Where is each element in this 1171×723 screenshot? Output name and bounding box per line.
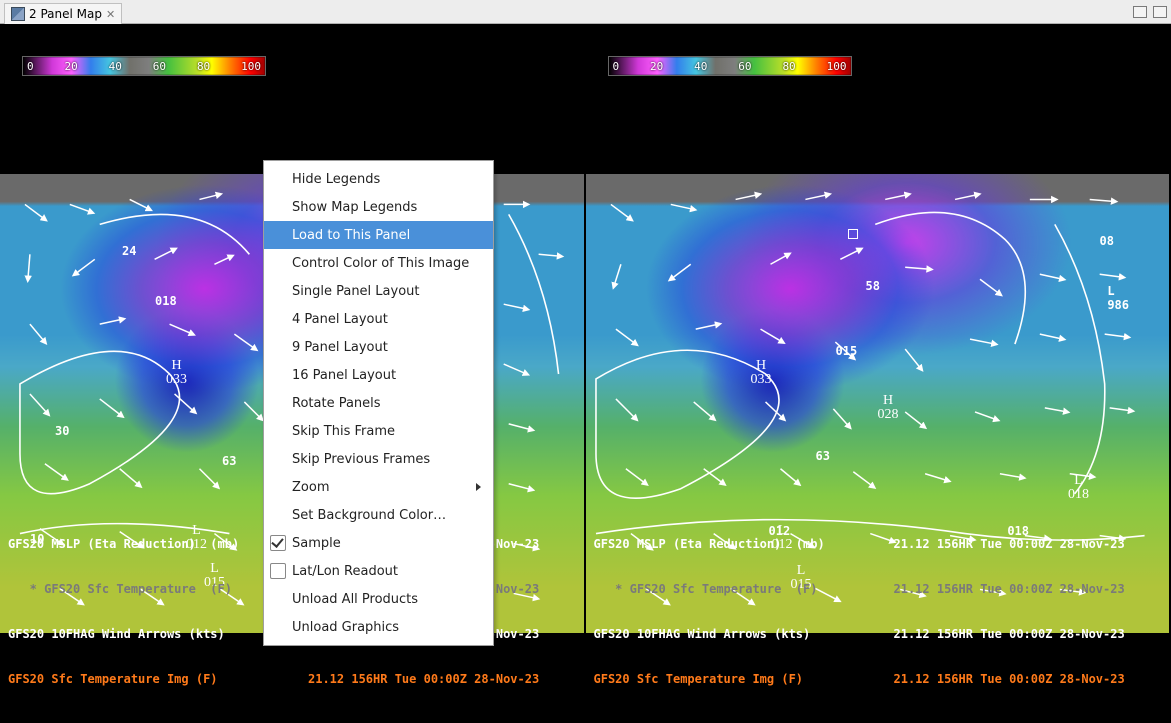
maximize-button[interactable] — [1153, 6, 1167, 18]
tick: 40 — [694, 60, 707, 73]
colorbar: 0 20 40 60 80 100 — [22, 56, 266, 76]
tick: 100 — [827, 60, 847, 73]
isoline-label: 018 — [155, 294, 177, 308]
tab-title: 2 Panel Map — [29, 7, 102, 21]
ctx-rotate-panels[interactable]: Rotate Panels — [264, 389, 493, 417]
ctx-sample[interactable]: Sample — [264, 529, 493, 557]
pressure-high: H 033 — [751, 359, 772, 387]
isoline-label: 015 — [836, 344, 858, 358]
tick: 100 — [241, 60, 261, 73]
colorbar: 0 20 40 60 80 100 — [608, 56, 852, 76]
ctx-load-to-this-panel[interactable]: Load to This Panel — [264, 221, 493, 249]
ctx-single-panel[interactable]: Single Panel Layout — [264, 277, 493, 305]
pressure-low: L 018 — [1068, 474, 1089, 502]
legend-row: GFS20 MSLP (Eta Reduction) (mb) 21.12 15… — [594, 537, 1125, 552]
isoline-label: 08 — [1100, 234, 1114, 248]
ctx-hide-legends[interactable]: Hide Legends — [264, 165, 493, 193]
isoline-label: 63 — [222, 454, 236, 468]
ctx-16-panel[interactable]: 16 Panel Layout — [264, 361, 493, 389]
tick: 80 — [197, 60, 210, 73]
tick: 20 — [65, 60, 78, 73]
tick: 80 — [782, 60, 795, 73]
tick: 0 — [27, 60, 34, 73]
legend-row: GFS20 Sfc Temperature Img (F) 21.12 156H… — [8, 672, 539, 687]
map-panel-right[interactable]: 0 20 40 60 80 100 — [586, 24, 1171, 723]
map-icon — [11, 7, 25, 21]
ctx-control-color[interactable]: Control Color of This Image — [264, 249, 493, 277]
window-controls — [1133, 6, 1167, 18]
ctx-latlon-readout[interactable]: Lat/Lon Readout — [264, 557, 493, 585]
tick: 0 — [613, 60, 620, 73]
window-titlebar: 2 Panel Map ✕ — [0, 0, 1171, 24]
ctx-show-map-legends[interactable]: Show Map Legends — [264, 193, 493, 221]
pressure-high: H 028 — [878, 394, 899, 422]
product-legend: GFS20 MSLP (Eta Reduction) (mb) 21.12 15… — [594, 507, 1125, 717]
tab-2panelmap[interactable]: 2 Panel Map ✕ — [4, 3, 122, 25]
cursor-target-icon — [848, 229, 858, 239]
ctx-skip-prev-frames[interactable]: Skip Previous Frames — [264, 445, 493, 473]
legend-row: * GFS20 Sfc Temperature (F) 21.12 156HR … — [594, 582, 1125, 597]
isoline-label: 63 — [816, 449, 830, 463]
isoline-label: 58 — [866, 279, 880, 293]
ctx-set-bg-color[interactable]: Set Background Color… — [264, 501, 493, 529]
ctx-9-panel[interactable]: 9 Panel Layout — [264, 333, 493, 361]
ctx-skip-frame[interactable]: Skip This Frame — [264, 417, 493, 445]
map[interactable]: 0 20 40 60 80 100 — [586, 24, 1170, 723]
tick: 60 — [738, 60, 751, 73]
checkbox-icon — [270, 535, 286, 551]
isoline-label: 24 — [122, 244, 136, 258]
workspace: 0 20 40 60 80 100 — [0, 24, 1171, 723]
tick: 20 — [650, 60, 663, 73]
legend-row: GFS20 10FHAG Wind Arrows (kts) 21.12 156… — [594, 627, 1125, 642]
isoline-label: 30 — [55, 424, 69, 438]
pressure-high: H 033 — [166, 359, 187, 387]
isoline-label: L986 — [1107, 284, 1129, 312]
ctx-unload-all[interactable]: Unload All Products — [264, 585, 493, 613]
ctx-zoom[interactable]: Zoom — [264, 473, 493, 501]
context-menu[interactable]: Hide Legends Show Map Legends Load to Th… — [263, 160, 494, 646]
chevron-right-icon — [476, 483, 481, 491]
close-icon[interactable]: ✕ — [106, 8, 115, 21]
tick: 60 — [153, 60, 166, 73]
ctx-4-panel[interactable]: 4 Panel Layout — [264, 305, 493, 333]
legend-row: GFS20 Sfc Temperature Img (F) 21.12 156H… — [594, 672, 1125, 687]
minimize-button[interactable] — [1133, 6, 1147, 18]
tick: 40 — [109, 60, 122, 73]
ctx-unload-graphics[interactable]: Unload Graphics — [264, 613, 493, 641]
checkbox-icon — [270, 563, 286, 579]
